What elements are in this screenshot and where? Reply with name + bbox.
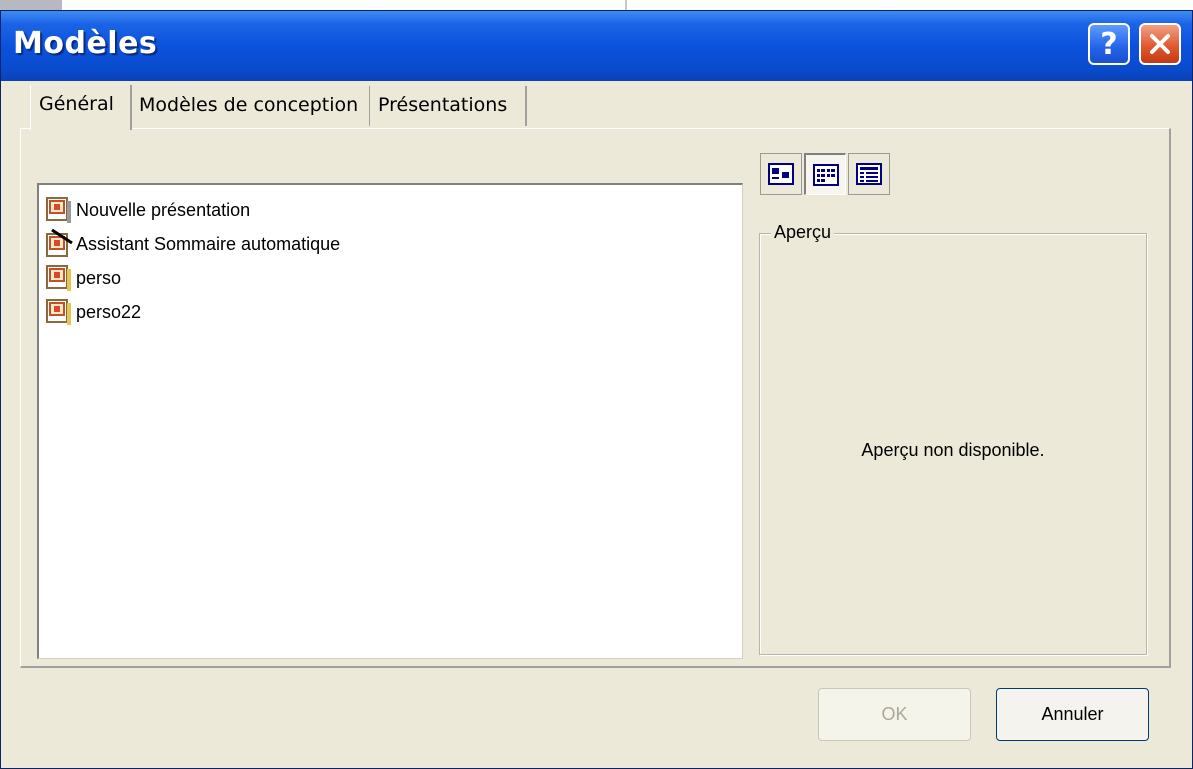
ok-button[interactable]: OK xyxy=(818,688,971,741)
list-item[interactable]: perso xyxy=(44,263,121,293)
presentation-icon xyxy=(44,195,74,225)
list-icon xyxy=(812,163,839,186)
list-item[interactable]: Assistant Sommaire automatique xyxy=(44,228,341,259)
tab-label: Présentations xyxy=(378,94,508,116)
presentation-icon xyxy=(44,263,74,293)
details-icon xyxy=(856,163,882,185)
wizard-icon xyxy=(44,228,74,259)
preview-legend: Aperçu xyxy=(771,222,835,243)
tab-design-templates[interactable]: Modèles de conception xyxy=(131,86,371,126)
preview-group: Aperçu Aperçu non disponible. xyxy=(759,222,1147,655)
presentation-icon xyxy=(44,297,74,327)
title-bar[interactable]: Modèles ? xyxy=(1,11,1192,81)
background-block xyxy=(0,0,62,10)
close-icon xyxy=(1150,34,1170,54)
preview-message: Aperçu non disponible. xyxy=(861,440,1045,460)
large-icons-view-button[interactable] xyxy=(760,153,802,195)
tab-presentations[interactable]: Présentations xyxy=(370,86,527,126)
window-title: Modèles xyxy=(13,26,158,61)
list-item[interactable]: Nouvelle présentation xyxy=(44,195,250,225)
view-mode-buttons xyxy=(760,153,896,199)
background-divider xyxy=(625,0,627,10)
template-list[interactable]: Nouvelle présentation Assistant Sommaire… xyxy=(37,183,743,659)
item-label: perso xyxy=(76,267,122,288)
tab-label: Général xyxy=(39,93,114,115)
item-label: Nouvelle présentation xyxy=(76,199,251,220)
tab-general[interactable]: Général xyxy=(30,85,132,130)
large-icons-icon xyxy=(768,163,794,185)
cancel-button[interactable]: Annuler xyxy=(996,688,1149,741)
list-view-button[interactable] xyxy=(804,153,846,195)
item-label: Assistant Sommaire automatique xyxy=(76,233,341,254)
help-icon: ? xyxy=(1100,26,1118,62)
details-view-button[interactable] xyxy=(848,153,890,195)
close-button[interactable] xyxy=(1139,23,1181,65)
help-button[interactable]: ? xyxy=(1088,23,1130,65)
item-label: perso22 xyxy=(76,301,142,322)
tab-label: Modèles de conception xyxy=(139,94,359,116)
list-item[interactable]: perso22 xyxy=(44,297,141,327)
